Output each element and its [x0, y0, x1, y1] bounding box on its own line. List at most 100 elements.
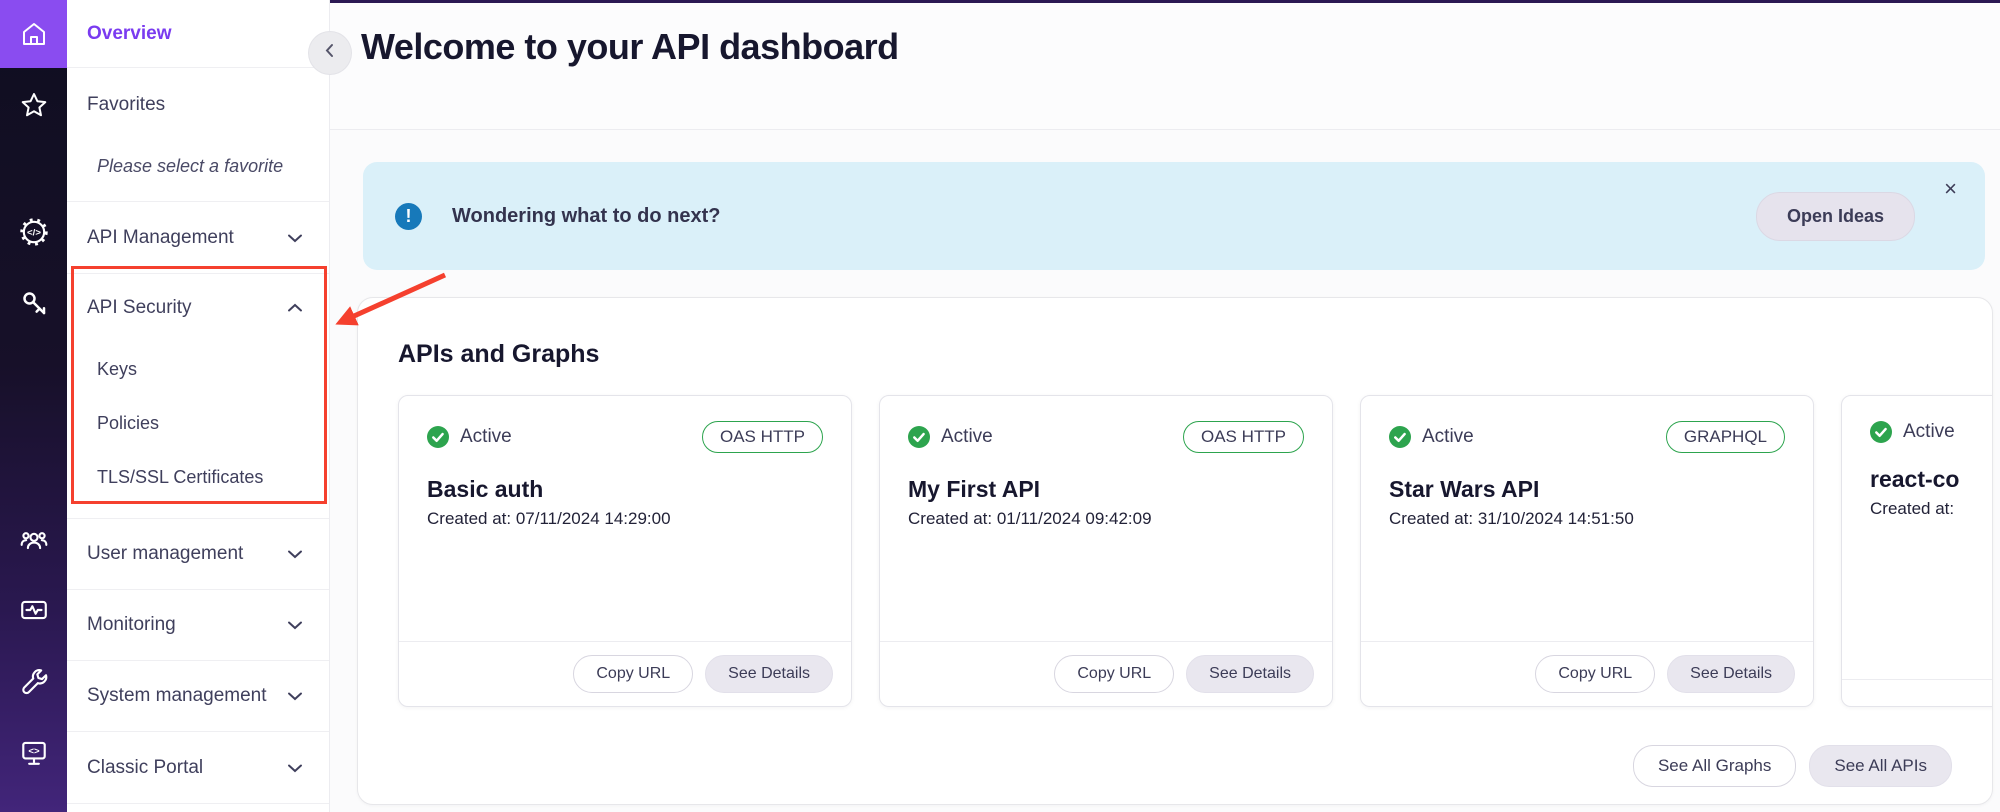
page-title: Welcome to your API dashboard: [361, 26, 2000, 68]
check-circle-icon: [1870, 421, 1892, 443]
copy-url-button[interactable]: Copy URL: [1535, 655, 1655, 693]
rail-item-favorites[interactable]: [0, 83, 67, 127]
chevron-down-icon: [287, 614, 303, 636]
see-all-apis-button[interactable]: See All APIs: [1809, 745, 1952, 787]
sidebar-item-label: API Management: [87, 227, 234, 249]
see-details-button[interactable]: See Details: [1667, 655, 1795, 693]
check-circle-icon: [908, 426, 930, 448]
api-card-created: Created at: 31/10/2024 14:51:50: [1389, 509, 1785, 529]
open-ideas-button[interactable]: Open Ideas: [1756, 192, 1915, 241]
sidebar-item-api-management[interactable]: API Management: [67, 202, 329, 274]
users-icon: [19, 524, 49, 554]
chevron-down-icon: [287, 543, 303, 565]
sidebar: Overview Favorites Please select a favor…: [67, 0, 330, 812]
rail-item-api-security[interactable]: [0, 281, 67, 325]
api-card-title: My First API: [908, 476, 1304, 503]
chevron-left-icon: [322, 41, 338, 65]
chevron-down-icon: [287, 757, 303, 779]
check-circle-icon: [427, 426, 449, 448]
api-card-title: react-co: [1870, 466, 1993, 493]
svg-text:</>: </>: [27, 228, 41, 239]
status-label: Active: [941, 426, 993, 448]
sidebar-item-label: User management: [87, 543, 243, 565]
apis-and-graphs-panel: APIs and Graphs Active OAS HTTP: [357, 297, 1993, 805]
sidebar-item-classic-portal[interactable]: Classic Portal: [67, 732, 329, 804]
sidebar-favorites-block: Favorites Please select a favorite: [67, 68, 329, 202]
key-icon: [20, 289, 48, 317]
main-content: Welcome to your API dashboard ! Wonderin…: [330, 0, 2000, 812]
status-badge: Active: [1389, 426, 1474, 448]
banner-message: Wondering what to do next?: [452, 205, 721, 228]
rail-item-system-management[interactable]: [0, 659, 67, 703]
sidebar-item-tls-ssl-certificates[interactable]: TLS/SSL Certificates: [67, 450, 329, 504]
api-card-react-co: Active react-co Created at:: [1841, 395, 1993, 707]
classic-portal-icon: <>: [19, 737, 49, 767]
home-icon: [20, 20, 48, 48]
sidebar-item-label: Monitoring: [87, 614, 176, 636]
status-label: Active: [1422, 426, 1474, 448]
check-circle-icon: [1389, 426, 1411, 448]
panel-actions: See All Graphs See All APIs: [398, 745, 1952, 787]
sidebar-item-label: System management: [87, 685, 267, 707]
sidebar-item-label: Overview: [87, 23, 172, 45]
sidebar-item-monitoring[interactable]: Monitoring: [67, 590, 329, 661]
api-card-footer: [1842, 679, 1993, 706]
sidebar-item-favorites[interactable]: Favorites: [67, 68, 329, 142]
top-edge-strip: [300, 0, 2000, 3]
copy-url-button[interactable]: Copy URL: [573, 655, 693, 693]
api-card-created: Created at:: [1870, 499, 1993, 519]
status-badge: Active: [908, 426, 993, 448]
rail-item-api-management[interactable]: </>: [0, 210, 67, 254]
sidebar-section-api-security: API Security Keys Policies TLS/SSL Certi…: [67, 274, 329, 519]
sidebar-item-system-management[interactable]: System management: [67, 661, 329, 732]
rail-item-classic-portal[interactable]: <>: [0, 730, 67, 774]
chevron-up-icon: [287, 297, 303, 319]
api-cards-row: Active OAS HTTP Basic auth Created at: 0…: [398, 395, 1993, 707]
sidebar-item-label: API Security: [87, 297, 192, 319]
api-card-footer: Copy URL See Details: [399, 641, 851, 706]
section-title: APIs and Graphs: [398, 340, 1952, 369]
sidebar-item-overview[interactable]: Overview: [67, 0, 329, 68]
api-card-title: Star Wars API: [1389, 476, 1785, 503]
page-header: Welcome to your API dashboard: [330, 0, 2000, 130]
api-card-footer: Copy URL See Details: [1361, 641, 1813, 706]
api-card-my-first-api: Active OAS HTTP My First API Created at:…: [879, 395, 1333, 707]
status-label: Active: [460, 426, 512, 448]
api-card-basic-auth: Active OAS HTTP Basic auth Created at: 0…: [398, 395, 852, 707]
api-gear-icon: </>: [19, 217, 49, 247]
rail-item-overview[interactable]: [0, 0, 67, 68]
icon-rail: </>: [0, 0, 67, 812]
svg-text:<>: <>: [28, 746, 40, 757]
sidebar-item-user-management[interactable]: User management: [67, 519, 329, 590]
api-card-star-wars-api: Active GRAPHQL Star Wars API Created at:…: [1360, 395, 1814, 707]
api-type-badge: OAS HTTP: [702, 421, 823, 453]
api-card-created: Created at: 07/11/2024 14:29:00: [427, 509, 823, 529]
wrench-icon: [19, 666, 49, 696]
api-type-badge: OAS HTTP: [1183, 421, 1304, 453]
rail-item-user-management[interactable]: [0, 517, 67, 561]
sidebar-item-api-security[interactable]: API Security: [67, 274, 329, 342]
status-badge: Active: [1870, 421, 1955, 443]
chevron-down-icon: [287, 227, 303, 249]
monitoring-icon: [19, 595, 49, 625]
api-type-badge: GRAPHQL: [1666, 421, 1785, 453]
sidebar-item-label: Classic Portal: [87, 757, 203, 779]
status-label: Active: [1903, 421, 1955, 443]
see-details-button[interactable]: See Details: [1186, 655, 1314, 693]
see-details-button[interactable]: See Details: [705, 655, 833, 693]
info-banner: ! Wondering what to do next? Open Ideas …: [363, 162, 1985, 270]
rail-item-monitoring[interactable]: [0, 588, 67, 632]
sidebar-collapse-button[interactable]: [309, 32, 351, 74]
sidebar-item-policies[interactable]: Policies: [67, 396, 329, 450]
sidebar-item-label: Favorites: [87, 94, 165, 116]
close-icon[interactable]: ×: [1944, 178, 1957, 200]
sidebar-item-keys[interactable]: Keys: [67, 342, 329, 396]
star-icon: [20, 91, 48, 119]
api-card-footer: Copy URL See Details: [880, 641, 1332, 706]
copy-url-button[interactable]: Copy URL: [1054, 655, 1174, 693]
info-icon: !: [395, 203, 422, 230]
favorites-placeholder: Please select a favorite: [67, 142, 329, 177]
api-card-title: Basic auth: [427, 476, 823, 503]
see-all-graphs-button[interactable]: See All Graphs: [1633, 745, 1796, 787]
chevron-down-icon: [287, 685, 303, 707]
